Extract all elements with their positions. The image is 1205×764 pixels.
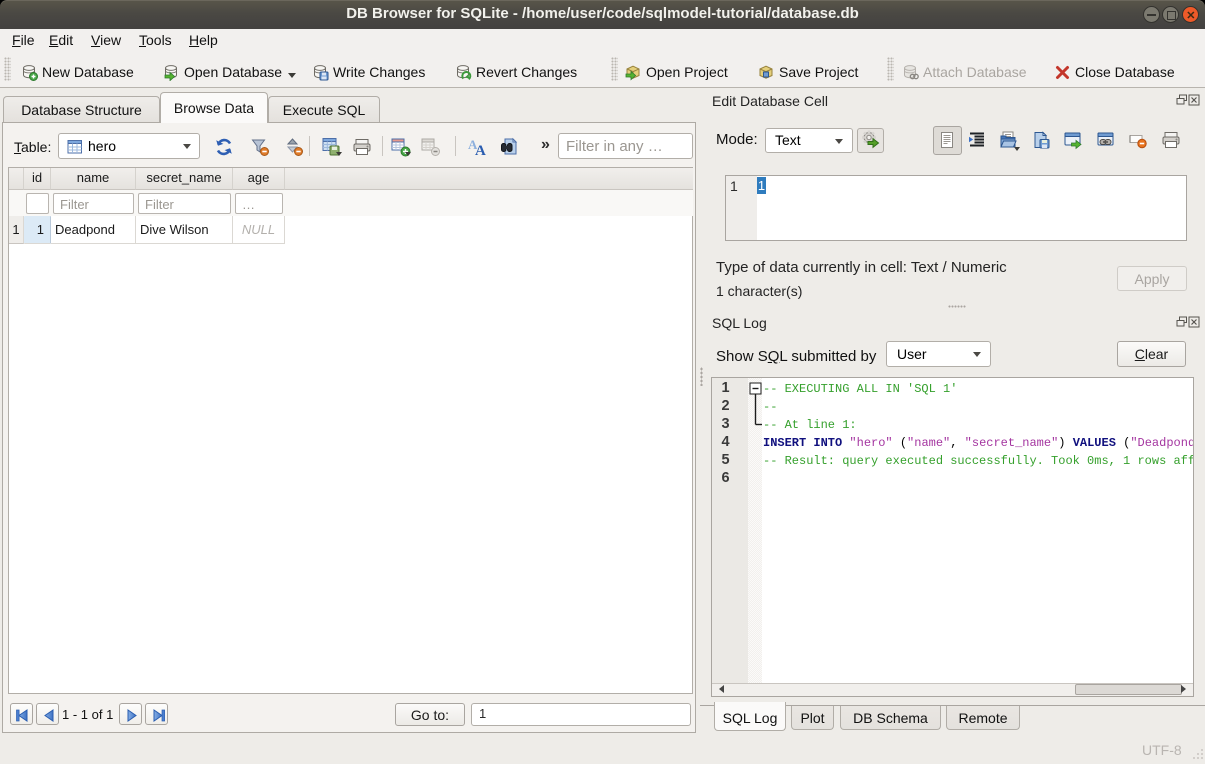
svg-text:A: A [475,143,486,157]
